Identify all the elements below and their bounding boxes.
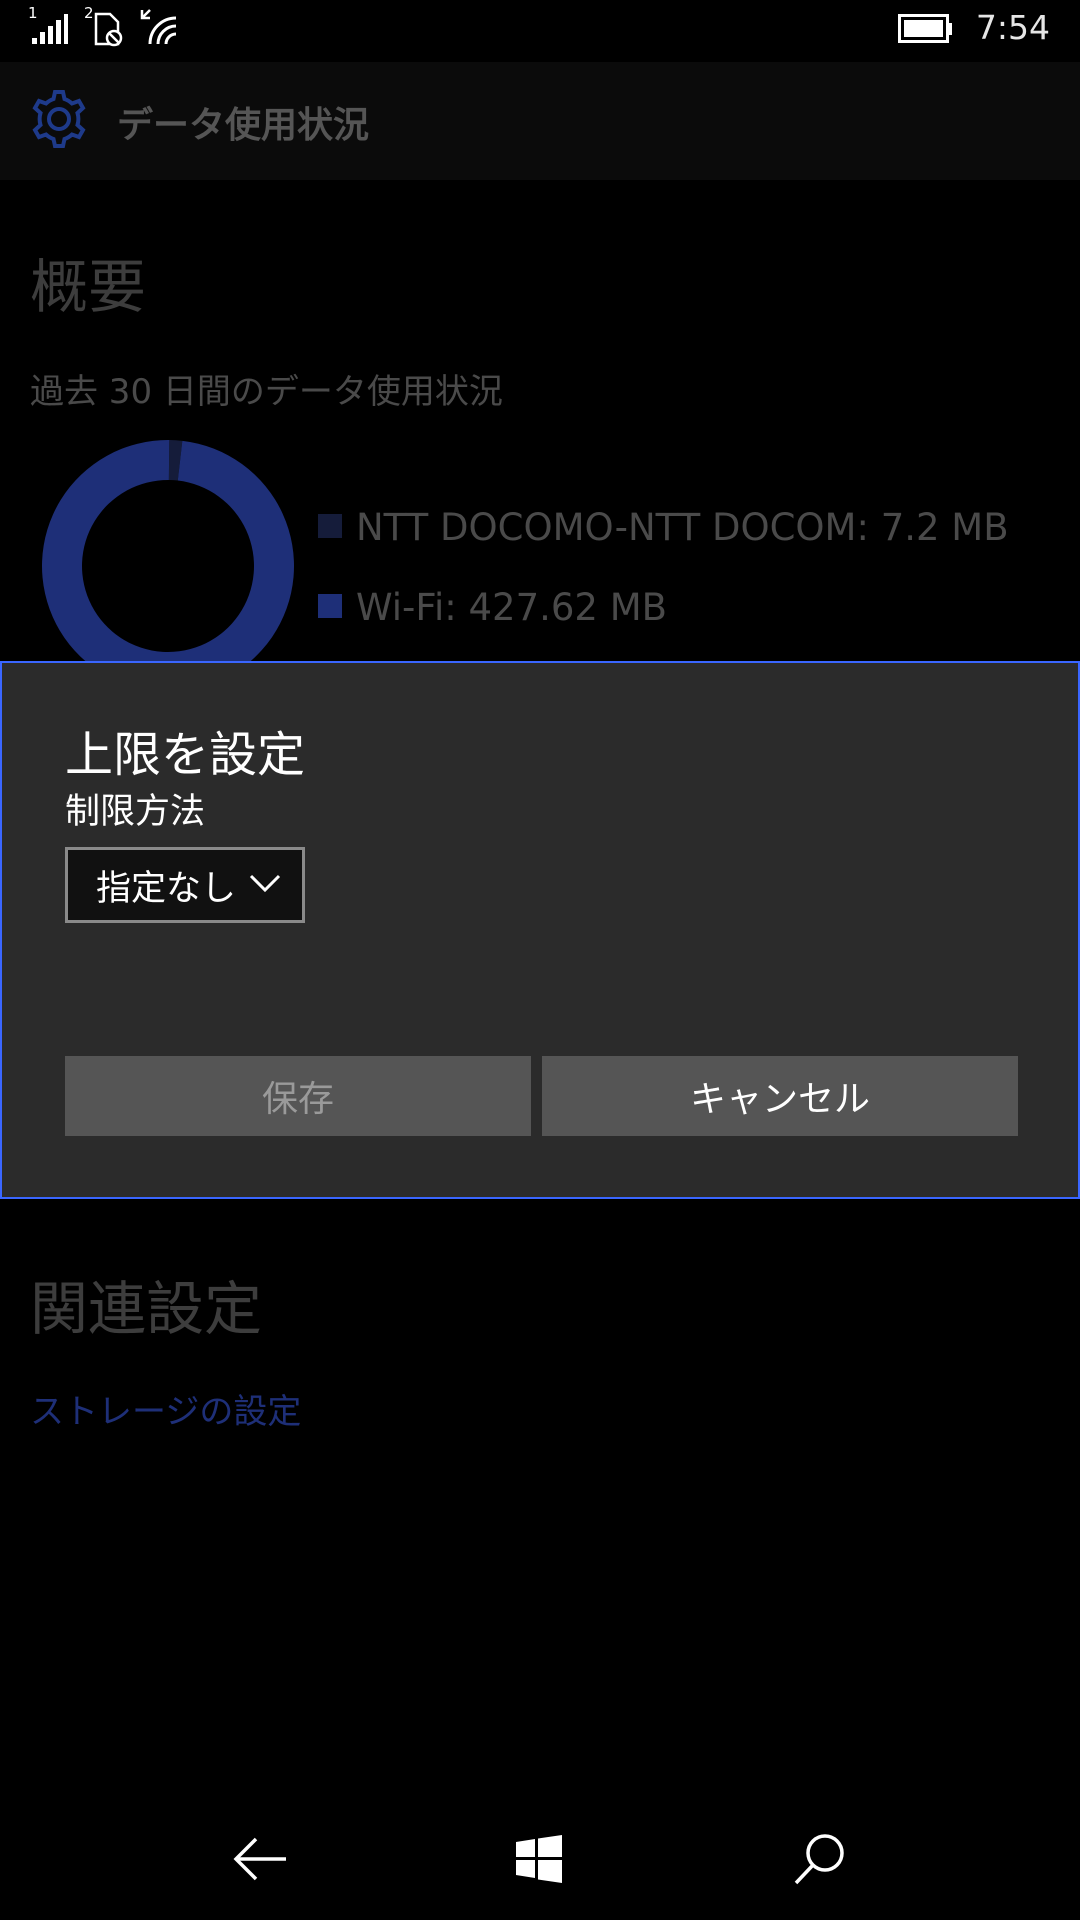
overview-title: 概要 — [30, 253, 147, 321]
battery-icon — [898, 14, 952, 43]
cancel-button[interactable]: キャンセル — [542, 1056, 1018, 1136]
sim-icon — [94, 12, 123, 47]
save-button[interactable]: 保存 — [65, 1056, 531, 1136]
navigation-bar — [0, 1800, 1080, 1920]
limit-method-value: 指定なし — [96, 868, 237, 909]
legend-label-docomo: NTT DOCOMO-NTT DOCOM: 7.2 MB — [356, 506, 1009, 549]
limit-method-select[interactable]: 指定なし — [65, 847, 305, 923]
gear-icon — [32, 90, 86, 148]
back-icon — [233, 1837, 286, 1881]
dialog-title: 上限を設定 — [65, 727, 306, 783]
storage-settings-link[interactable]: ストレージの設定 — [30, 1384, 301, 1433]
chevron-down-icon — [249, 874, 281, 893]
legend-label-wifi: Wi-Fi: 427.62 MB — [356, 586, 668, 629]
windows-icon — [516, 1835, 562, 1883]
back-button[interactable] — [225, 1828, 295, 1890]
legend-item-docomo: NTT DOCOMO-NTT DOCOM: 7.2 MB — [318, 506, 1009, 549]
wifi-icon — [140, 9, 177, 45]
set-limit-dialog: 上限を設定 制限方法 指定なし 保存 キャンセル — [0, 661, 1080, 1199]
search-icon — [794, 1834, 844, 1885]
usage-donut-chart — [41, 439, 294, 692]
legend-swatch-wifi — [318, 593, 342, 618]
overview-subtitle: 過去 30 日間のデータ使用状況 — [30, 372, 503, 412]
app-header: データ使用状況 — [0, 62, 1080, 180]
legend-swatch-docomo — [318, 513, 342, 538]
clock: 7:54 — [975, 8, 1050, 47]
search-button[interactable] — [785, 1828, 855, 1890]
page-title: データ使用状況 — [117, 105, 370, 146]
signal-icon — [32, 14, 68, 44]
start-button[interactable] — [504, 1828, 574, 1890]
legend-item-wifi: Wi-Fi: 427.62 MB — [318, 586, 667, 629]
related-settings-title: 関連設定 — [30, 1275, 263, 1343]
donut-slice-wifi — [41, 439, 294, 692]
limit-method-label: 制限方法 — [65, 792, 206, 832]
status-bar: 1 2 7:54 — [0, 0, 1080, 62]
